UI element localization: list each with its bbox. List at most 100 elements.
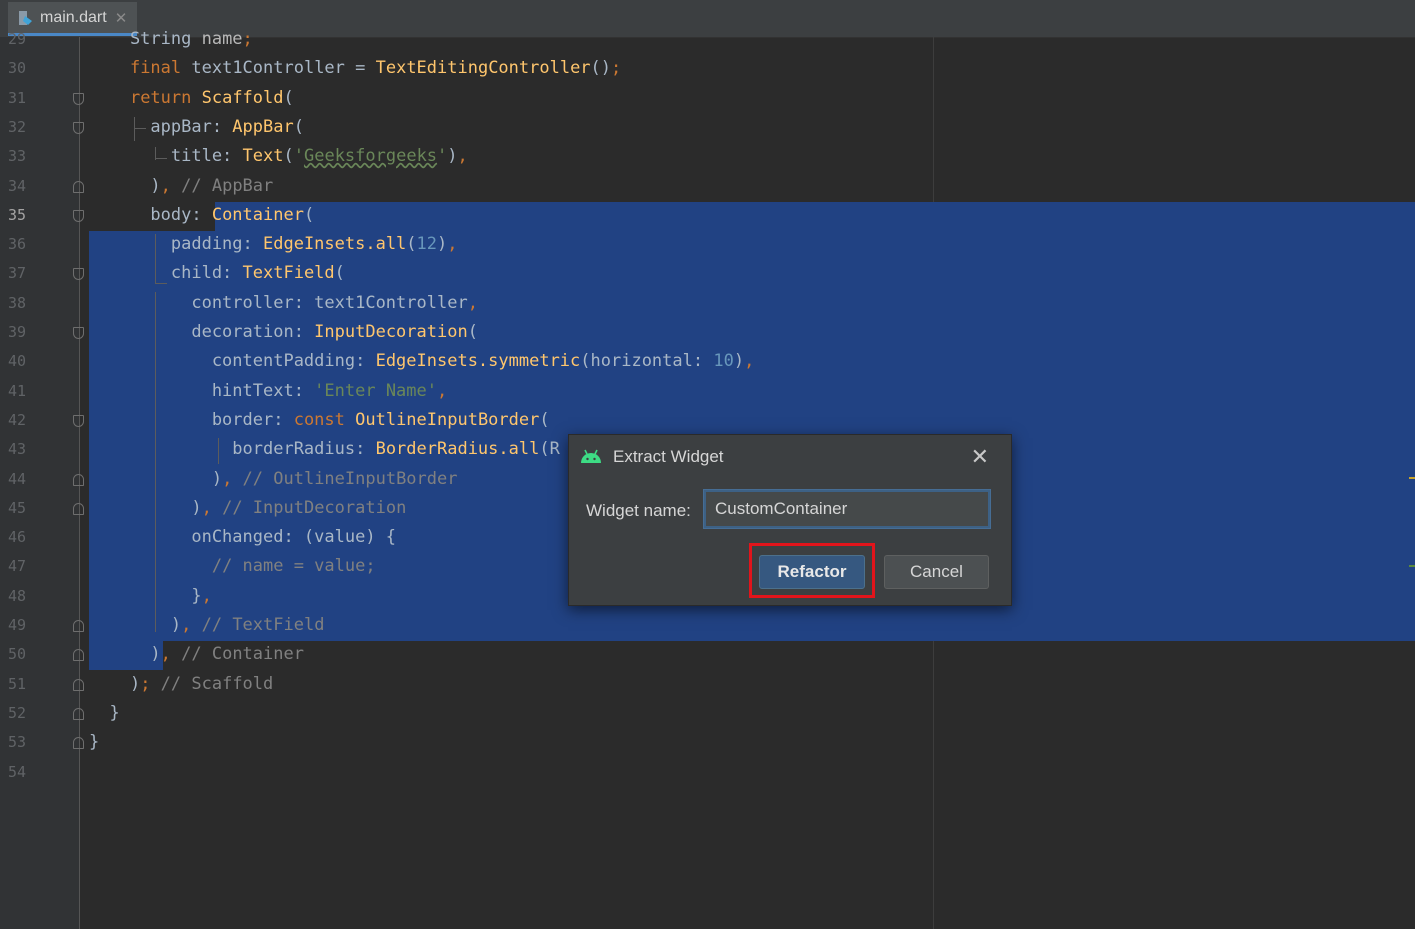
code-token: , — [160, 175, 182, 196]
code-token: , — [467, 292, 478, 313]
code-token: EdgeInsets.all — [263, 234, 407, 255]
code-line[interactable]: 37 child: TextField( — [0, 259, 1415, 288]
code-line[interactable]: 54 — [0, 758, 1415, 787]
code-token: ' — [437, 146, 448, 167]
code-line[interactable]: 51 ); // Scaffold — [0, 670, 1415, 699]
code-line[interactable]: 32 appBar: AppBar( — [0, 113, 1415, 142]
cancel-button[interactable]: Cancel — [884, 555, 989, 589]
code-line[interactable]: 35 body: Container( — [0, 201, 1415, 230]
code-token: borderRadius: — [89, 439, 376, 460]
fold-marker-icon[interactable] — [73, 649, 84, 662]
dart-file-icon — [19, 10, 32, 25]
scrollbar-warning-marker[interactable] — [1409, 477, 1415, 479]
code-line[interactable]: 36 padding: EdgeInsets.all(12), — [0, 230, 1415, 259]
code-token: , — [457, 146, 468, 167]
fold-marker-icon[interactable] — [73, 707, 84, 720]
fold-marker-icon[interactable] — [73, 180, 84, 193]
tab-close-icon[interactable]: ✕ — [115, 9, 128, 27]
fold-marker-icon[interactable] — [73, 737, 84, 750]
code-token: TextEditingController — [375, 58, 591, 79]
code-token: appBar: — [89, 116, 233, 137]
code-token: ( — [539, 409, 550, 430]
code-line[interactable]: 41 hintText: 'Enter Name', — [0, 377, 1415, 406]
fold-marker-icon[interactable] — [73, 92, 84, 105]
code-line[interactable]: 39 decoration: InputDecoration( — [0, 318, 1415, 347]
fold-marker-icon[interactable] — [73, 502, 84, 515]
fold-marker-icon[interactable] — [73, 473, 84, 486]
code-line[interactable]: 50 ), // Container — [0, 640, 1415, 669]
code-token: InputDecoration — [314, 322, 468, 342]
widget-name-label: Widget name: — [586, 501, 691, 520]
code-line[interactable]: 29 String name; — [0, 25, 1415, 54]
fold-marker-icon[interactable] — [73, 678, 84, 691]
code-token: ( — [334, 263, 345, 284]
code-line[interactable]: 30 final text1Controller = TextEditingCo… — [0, 54, 1415, 83]
fold-marker-icon[interactable] — [73, 209, 84, 222]
code-token: contentPadding: — [89, 351, 376, 372]
code-token: AppBar — [232, 116, 294, 137]
code-token: ( — [283, 87, 294, 108]
code-text: borderRadius: BorderRadius.all(R — [89, 439, 560, 459]
code-line[interactable]: 34 ), // AppBar — [0, 172, 1415, 201]
code-line[interactable]: 38 controller: text1Controller, — [0, 289, 1415, 318]
code-token: ' — [293, 146, 304, 167]
code-line[interactable]: 40 contentPadding: EdgeInsets.symmetric(… — [0, 347, 1415, 376]
fold-marker-icon[interactable] — [73, 620, 84, 632]
code-text: ), // Container — [89, 644, 304, 664]
line-number: 39 — [8, 323, 27, 341]
close-icon[interactable]: ✕ — [971, 444, 989, 470]
code-token: ) — [437, 234, 448, 255]
line-number: 31 — [8, 88, 27, 107]
code-token: , — [437, 380, 448, 401]
code-token: ) — [89, 644, 161, 665]
refactor-highlight-box — [749, 543, 875, 598]
code-token: ) — [89, 673, 141, 694]
code-token: ) — [447, 146, 458, 167]
widget-name-input[interactable] — [704, 490, 990, 528]
code-token: ) — [89, 175, 161, 196]
code-token: hintText: — [89, 380, 315, 401]
code-line[interactable]: 49 ), // TextField — [0, 611, 1415, 640]
line-number: 37 — [8, 264, 27, 283]
code-token: 10 — [713, 351, 734, 372]
code-token: decoration: — [89, 322, 315, 342]
code-line[interactable]: 31 return Scaffold( — [0, 84, 1415, 113]
code-token: (R — [539, 439, 560, 460]
code-text: ), // InputDecoration — [89, 498, 406, 518]
code-token: } — [89, 702, 120, 723]
code-token: BorderRadius.all — [375, 439, 540, 460]
code-token: (horizontal: — [580, 351, 714, 372]
line-number: 46 — [8, 528, 27, 547]
code-token: 'Enter Name' — [314, 380, 437, 401]
code-line[interactable]: 33 title: Text('Geeksforgeeks'), — [0, 142, 1415, 171]
code-text: onChanged: (value) { — [89, 527, 396, 547]
code-token: } — [89, 732, 100, 753]
fold-marker-icon[interactable] — [73, 414, 84, 427]
line-number: 49 — [8, 616, 27, 634]
code-token: ( — [283, 146, 294, 167]
code-token: ( — [406, 234, 417, 255]
fold-marker-icon[interactable] — [73, 327, 84, 339]
code-text: padding: EdgeInsets.all(12), — [89, 234, 458, 254]
code-token: Container — [211, 204, 304, 225]
code-token: onChanged: (value) { — [89, 527, 397, 548]
fold-marker-icon[interactable] — [73, 121, 84, 134]
fold-marker-icon[interactable] — [73, 268, 84, 281]
code-line[interactable]: 42 border: const OutlineInputBorder( — [0, 406, 1415, 435]
line-number: 44 — [8, 469, 27, 488]
code-token: final — [129, 58, 192, 79]
code-text: // name = value; — [89, 556, 376, 576]
code-line[interactable]: 53} — [0, 728, 1415, 757]
code-token: // Container — [181, 644, 304, 665]
code-text: controller: text1Controller, — [89, 293, 478, 313]
code-line[interactable]: 52 } — [0, 699, 1415, 728]
code-token: , — [201, 497, 223, 518]
scrollbar-info-marker[interactable] — [1409, 565, 1415, 567]
code-text: hintText: 'Enter Name', — [89, 381, 447, 401]
code-token: EdgeInsets.symmetric — [375, 351, 581, 372]
code-token: ( — [293, 116, 304, 137]
code-token: 12 — [416, 234, 438, 255]
code-text: border: const OutlineInputBorder( — [89, 410, 550, 430]
line-number: 54 — [8, 762, 27, 781]
code-token: // Scaffold — [160, 673, 274, 694]
